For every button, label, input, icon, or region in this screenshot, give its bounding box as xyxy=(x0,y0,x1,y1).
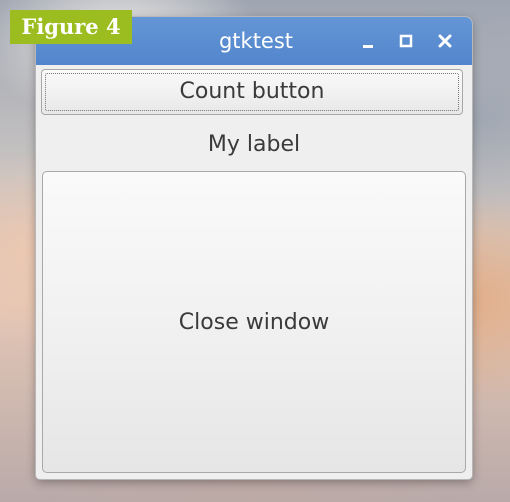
minimize-button[interactable] xyxy=(356,29,380,53)
close-window-button[interactable]: Close window xyxy=(42,171,466,473)
minimize-icon xyxy=(356,29,380,53)
close-icon xyxy=(433,29,457,53)
close-window-button-label: Close window xyxy=(178,309,330,335)
my-label: My label xyxy=(207,132,301,157)
gtk-window: gtktest Count button My label Close wind… xyxy=(36,17,472,479)
count-button[interactable]: Count button xyxy=(41,69,463,115)
close-window-titlebar-button[interactable] xyxy=(433,29,457,53)
figure-badge: Figure 4 xyxy=(10,10,132,44)
window-content: Count button My label Close window xyxy=(36,65,472,479)
count-button-label: Count button xyxy=(179,79,325,104)
maximize-button[interactable] xyxy=(394,29,418,53)
maximize-icon xyxy=(394,29,418,53)
window-title: gtktest xyxy=(218,29,294,53)
